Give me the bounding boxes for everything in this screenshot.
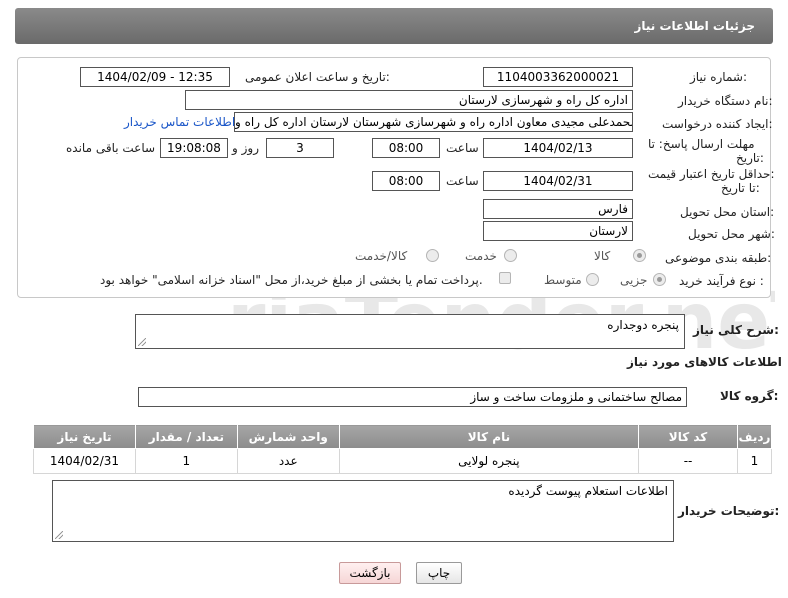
deadline-label: مهلت ارسال پاسخ: تا <box>648 137 755 151</box>
cell-item-code: -- <box>638 448 738 474</box>
remaining-time-label: ساعت باقی مانده <box>66 141 156 155</box>
treasury-payment-note: پرداخت تمام یا بخشی از مبلغ خرید،از محل … <box>100 273 483 287</box>
validity-time-label: ساعت <box>446 174 479 188</box>
buyer-notes-textarea[interactable]: اطلاعات استعلام پیوست گردیده <box>52 480 674 542</box>
validity-label: حداقل تاریخ اعتبار قیمت: <box>648 167 775 181</box>
goods-table: تاریخ نیاز تعداد / مقدار واحد شمارش نام … <box>33 424 773 474</box>
cell-need-date: 1404/02/31 <box>33 448 136 474</box>
deadline-time-label: ساعت <box>446 141 479 155</box>
need-number-field: 1104003362000021 <box>483 67 633 87</box>
province-label: استان محل تحویل: <box>680 205 775 219</box>
col-quantity: تعداد / مقدار <box>134 424 238 449</box>
process-option-medium: متوسط <box>544 273 582 287</box>
summary-textarea[interactable]: پنجره دوجداره <box>135 314 685 349</box>
summary-text: پنجره دوجداره <box>607 318 679 332</box>
category-option-goods: کالا <box>594 249 611 263</box>
buyer-contact-link[interactable]: اطلاعات تماس خریدار <box>124 115 235 129</box>
col-row-number: ردیف <box>736 424 773 449</box>
col-item-code: کد کالا <box>638 424 738 449</box>
back-button[interactable]: بازگشت <box>339 562 401 584</box>
city-field: لارستان <box>483 221 633 241</box>
treasury-payment-checkbox[interactable] <box>499 272 511 284</box>
deadline-label-date: تاریخ: <box>736 151 764 165</box>
province-field: فارس <box>483 199 633 219</box>
buyer-org-label: نام دستگاه خریدار: <box>678 94 773 108</box>
table-row: 1404/02/31 1 عدد پنجره لولایی -- 1 <box>33 448 773 474</box>
col-unit: واحد شمارش <box>236 424 340 449</box>
cell-item-name: پنجره لولایی <box>338 448 640 474</box>
remaining-time-field: 19:08:08 <box>160 138 228 158</box>
buyer-org-field: اداره کل راه و شهرسازی لارستان <box>185 90 633 110</box>
announce-datetime-field: 1404/02/09 - 12:35 <box>80 67 230 87</box>
category-option-goods-service: کالا/خدمت <box>355 249 408 263</box>
announce-datetime-label: تاریخ و ساعت اعلان عمومی: <box>245 70 390 84</box>
category-radio-goods[interactable] <box>633 249 646 262</box>
creator-field: محمدعلی مجیدی معاون اداره راه و شهرسازی … <box>234 112 633 132</box>
days-remaining-field: 3 <box>266 138 334 158</box>
goods-group-field: مصالح ساختمانی و ملزومات ساخت و ساز <box>138 387 687 407</box>
print-button[interactable]: چاپ <box>416 562 462 584</box>
cell-unit: عدد <box>236 448 340 474</box>
city-label: شهر محل تحویل: <box>688 227 775 241</box>
resize-grip-icon[interactable] <box>55 531 63 539</box>
goods-table-header: تاریخ نیاز تعداد / مقدار واحد شمارش نام … <box>33 424 773 449</box>
deadline-time-field: 08:00 <box>372 138 440 158</box>
category-option-service: خدمت <box>465 249 497 263</box>
buyer-notes-label: توضیحات خریدار: <box>678 504 780 518</box>
page-title-bar: جزئیات اطلاعات نیاز <box>15 8 773 44</box>
category-radio-goods-service[interactable] <box>426 249 439 262</box>
col-need-date: تاریخ نیاز <box>33 424 136 449</box>
cell-row-number: 1 <box>736 448 773 474</box>
days-label: روز و <box>232 141 259 155</box>
category-radio-service[interactable] <box>504 249 517 262</box>
goods-group-label: گروه کالا: <box>720 389 779 403</box>
process-radio-minor[interactable] <box>653 273 666 286</box>
col-item-name: نام کالا <box>338 424 640 449</box>
need-number-label: شماره نیاز: <box>690 70 748 84</box>
process-option-minor: جزیی <box>620 273 648 287</box>
goods-section-title: اطلاعات کالاهای مورد نیاز <box>627 355 782 369</box>
page-title: جزئیات اطلاعات نیاز <box>634 19 755 33</box>
validity-time-field: 08:00 <box>372 171 440 191</box>
summary-label: شرح کلی نیاز: <box>693 323 779 337</box>
process-label: نوع فرآیند خرید : <box>679 274 764 288</box>
validity-date-field: 1404/02/31 <box>483 171 633 191</box>
validity-label-date: تا تاریخ: <box>721 181 760 195</box>
buyer-notes-text: اطلاعات استعلام پیوست گردیده <box>508 484 668 498</box>
category-label: طبقه بندی موضوعی: <box>665 251 772 265</box>
deadline-date-field: 1404/02/13 <box>483 138 633 158</box>
process-radio-medium[interactable] <box>586 273 599 286</box>
resize-grip-icon[interactable] <box>138 338 146 346</box>
cell-quantity: 1 <box>134 448 238 474</box>
creator-label: ایجاد کننده درخواست: <box>662 117 773 131</box>
